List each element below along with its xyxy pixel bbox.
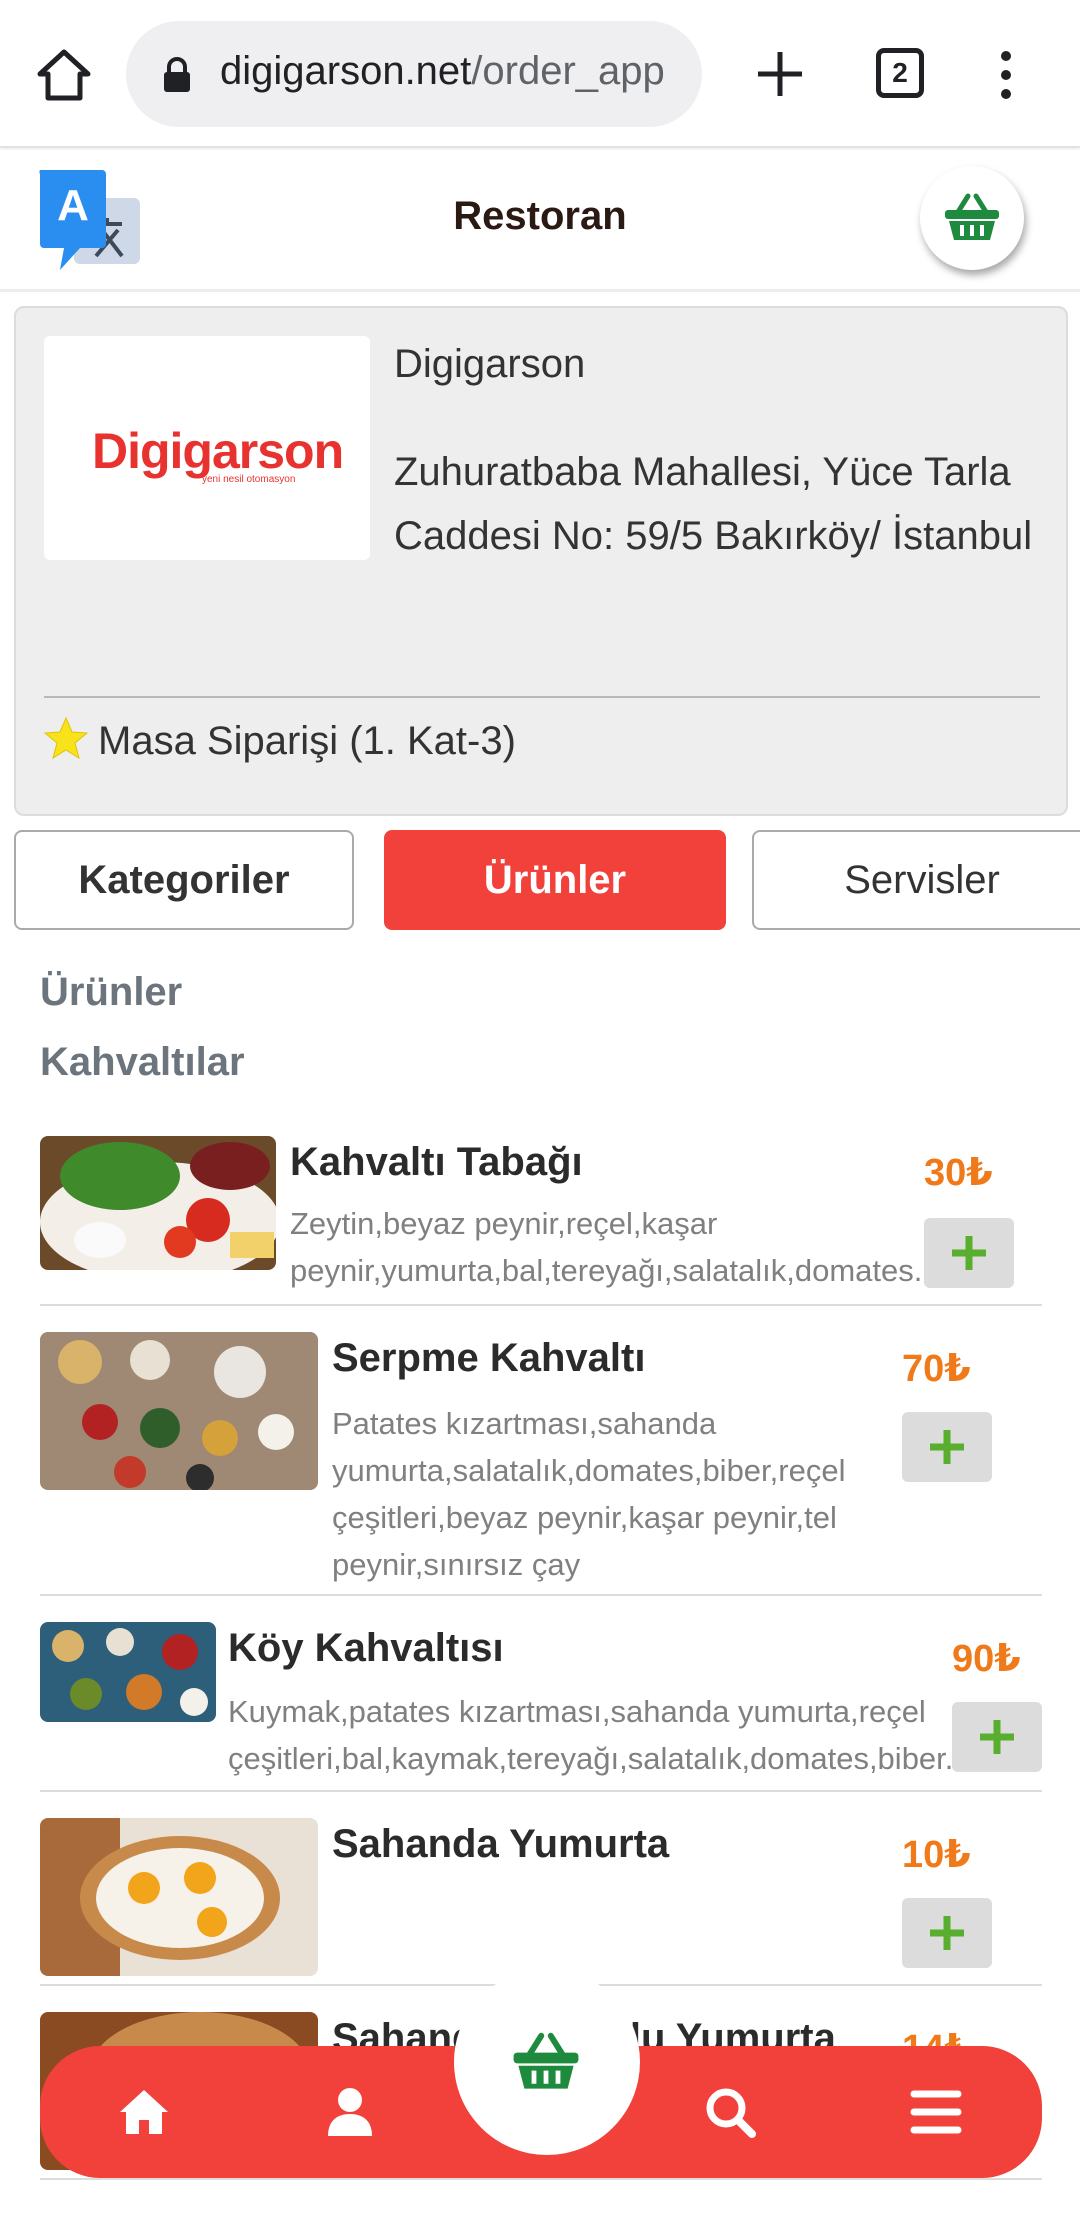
logo-tagline: yeni nesil otomasyon: [202, 474, 296, 485]
plus-icon: [980, 1720, 1014, 1754]
product-image: [40, 1622, 216, 1722]
product-item[interactable]: Serpme Kahvaltı Patates kızartması,sahan…: [40, 1332, 1042, 1596]
product-name: Serpme Kahvaltı: [332, 1336, 646, 1380]
category-title: Kahvaltılar: [40, 1040, 245, 1084]
product-name: Köy Kahvaltısı: [228, 1626, 504, 1670]
app-header: A Restoran: [0, 150, 1080, 292]
tab-categories[interactable]: Kategoriler: [14, 830, 354, 930]
tab-switcher-button[interactable]: 2: [876, 48, 924, 98]
basket-icon: [513, 2032, 579, 2089]
url-text: digigarson.net/order_app: [220, 49, 665, 94]
cart-fab-button[interactable]: [454, 1969, 640, 2155]
address-bar[interactable]: digigarson.net/order_app: [126, 21, 702, 127]
browser-toolbar: digigarson.net/order_app 2: [0, 0, 1080, 148]
restaurant-address: Zuhuratbaba Mahallesi, Yüce Tarla Caddes…: [394, 450, 1033, 558]
product-description: Kuymak,patates kızartması,sahanda yumurt…: [228, 1694, 954, 1776]
lock-icon: [164, 57, 190, 92]
cart-button[interactable]: [920, 166, 1024, 270]
product-description: Patates kızartması,sahanda yumurta,salat…: [332, 1406, 846, 1582]
restaurant-name: Digigarson: [394, 342, 586, 386]
product-name: Kahvaltı Tabağı: [290, 1140, 583, 1184]
product-name: Sahanda Yumurta: [332, 1822, 670, 1866]
add-to-cart-button[interactable]: [902, 1898, 992, 1968]
new-tab-icon[interactable]: [756, 50, 804, 98]
product-item[interactable]: Sahanda Yumurta 10₺: [40, 1818, 1042, 1986]
section-title: Ürünler: [40, 970, 183, 1014]
product-description: Zeytin,beyaz peynir,reçel,kaşar peynir,y…: [290, 1206, 923, 1288]
url-host: digigarson.net: [220, 49, 472, 93]
user-icon[interactable]: [322, 2084, 378, 2140]
table-order-text: Masa Siparişi (1. Kat-3): [98, 719, 516, 763]
product-price: 70₺: [902, 1348, 971, 1390]
product-image: [40, 1332, 318, 1490]
restaurant-logo: Digigarson yeni nesil otomasyon: [44, 336, 370, 560]
divider: [44, 696, 1040, 698]
logo-text: Digigarson: [92, 423, 344, 479]
plus-icon: [930, 1916, 964, 1950]
table-order-label: Masa Siparişi (1. Kat-3): [44, 716, 516, 764]
basket-icon: [945, 193, 999, 240]
search-icon[interactable]: [702, 2084, 758, 2140]
plus-icon: [952, 1236, 986, 1270]
plus-icon: [930, 1430, 964, 1464]
restaurant-info-card: Digigarson yeni nesil otomasyon Digigars…: [14, 306, 1068, 816]
home-icon[interactable]: [116, 2084, 172, 2140]
product-item[interactable]: Köy Kahvaltısı Kuymak,patates kızartması…: [40, 1622, 1042, 1792]
page-title: Restoran: [453, 194, 627, 238]
more-menu-icon[interactable]: [996, 50, 1016, 100]
tab-products[interactable]: Ürünler: [384, 830, 726, 930]
product-item[interactable]: Kahvaltı Tabağı Zeytin,beyaz peynir,reçe…: [40, 1136, 1042, 1306]
product-price: 30₺: [924, 1152, 993, 1194]
product-image: [40, 1136, 276, 1270]
add-to-cart-button[interactable]: [924, 1218, 1014, 1288]
menu-icon[interactable]: [908, 2084, 964, 2140]
add-to-cart-button[interactable]: [952, 1702, 1042, 1772]
product-price: 90₺: [952, 1638, 1021, 1680]
home-icon[interactable]: [36, 48, 92, 102]
product-price: 10₺: [902, 1834, 971, 1876]
tab-services[interactable]: Servisler: [752, 830, 1080, 930]
product-image: [40, 1818, 318, 1976]
url-path: /order_app: [471, 49, 665, 93]
add-to-cart-button[interactable]: [902, 1412, 992, 1482]
star-icon: [44, 716, 88, 760]
